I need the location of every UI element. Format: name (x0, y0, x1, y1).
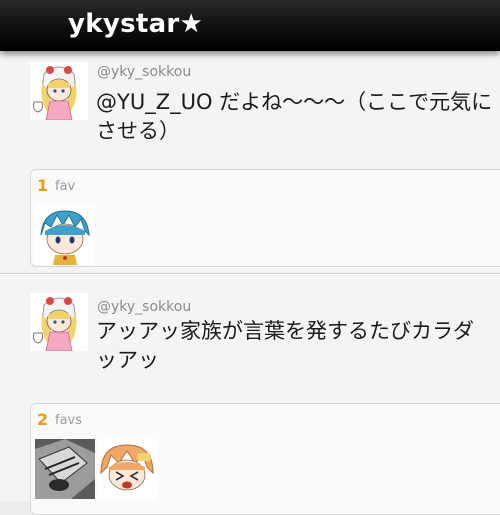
tweet-text: アッアッ家族が言葉を発するたびカラダ ッアッ (96, 319, 474, 372)
app-title: ykystar★ (68, 9, 204, 39)
fav-box: 1 fav (30, 169, 500, 267)
fav-user-avatar[interactable] (35, 439, 95, 499)
tweet-item[interactable]: @yky_sokkou @YU_Z_UO だよね〜〜〜（ここで元気に させる） … (0, 50, 500, 274)
username[interactable]: @yky_sokkou (97, 299, 191, 315)
fav-box: 2 favs (30, 403, 500, 515)
tweet-item[interactable]: @yky_sokkou アッアッ家族が言葉を発するたびカラダ ッアッ 2 fav… (0, 274, 500, 515)
fav-label: fav (55, 179, 76, 194)
tweet-text: @YU_Z_UO だよね〜〜〜（ここで元気に させる） (96, 90, 493, 143)
fav-label: favs (55, 413, 83, 428)
fav-count: 2 (37, 410, 49, 429)
fav-user-avatar[interactable] (97, 439, 157, 499)
app-header: ykystar★ (0, 0, 500, 51)
user-avatar[interactable] (30, 293, 88, 351)
fav-user-avatar[interactable] (35, 205, 95, 265)
user-avatar[interactable] (30, 62, 88, 120)
fav-count: 1 (37, 176, 49, 195)
username[interactable]: @yky_sokkou (97, 64, 191, 80)
